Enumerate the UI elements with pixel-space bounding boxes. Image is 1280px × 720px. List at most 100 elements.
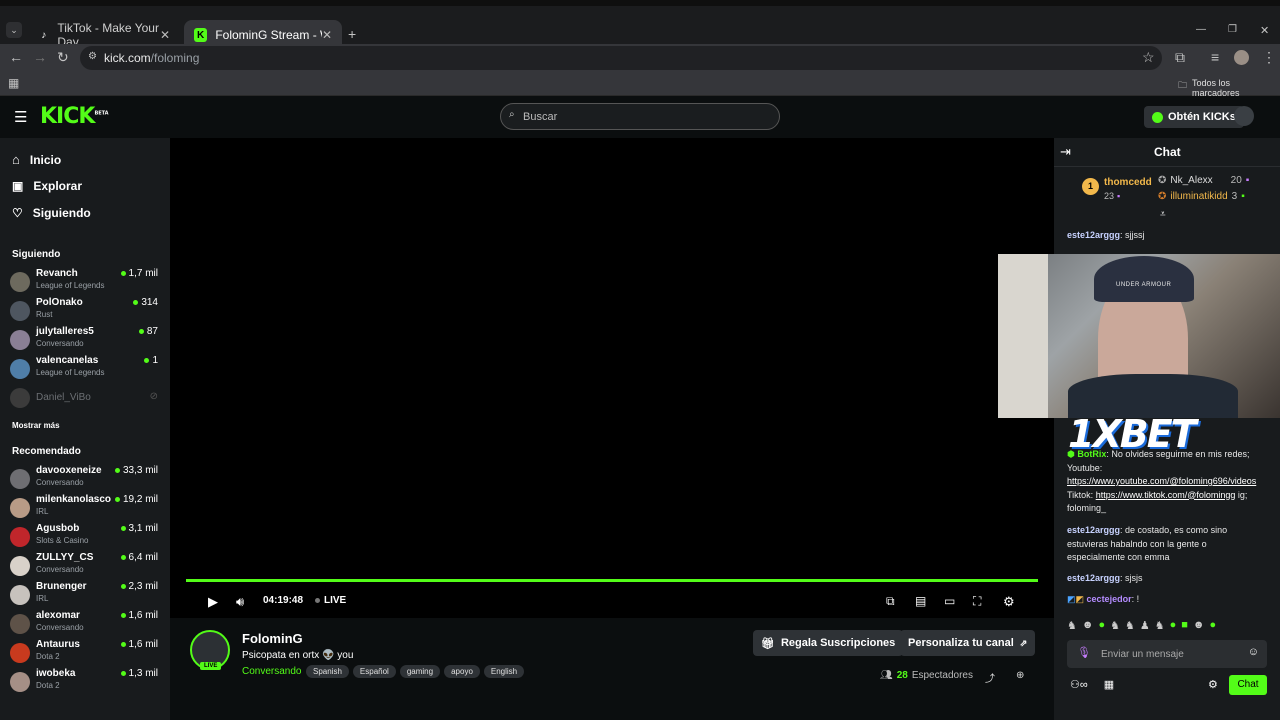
emote-icon[interactable]: ♞ <box>1110 619 1120 632</box>
tag[interactable]: Español <box>352 665 396 678</box>
close-icon[interactable]: ✕ <box>322 28 332 42</box>
sidebar-channel[interactable]: Brunenger IRL 2,3 mil <box>10 581 160 609</box>
theater-mode-icon[interactable]: ▭ <box>944 594 955 608</box>
customize-channel-button[interactable]: Personaliza tu canal ⇗ <box>900 630 1036 656</box>
search-input[interactable]: ⌕ Buscar <box>500 103 780 130</box>
emote-icon[interactable]: ♞ <box>1155 619 1165 632</box>
connections-icon[interactable]: ⚇∞ <box>1070 678 1088 691</box>
browser-tab-bar: ⌄ ♪ TikTok - Make Your Day ✕ K FolominG … <box>0 0 1280 50</box>
tab-search-icon[interactable]: ⌄ <box>6 22 22 38</box>
emote-icon[interactable]: ♞ <box>1125 619 1135 632</box>
back-icon[interactable]: ← <box>9 49 23 65</box>
settings-icon[interactable]: ⚙ <box>1003 594 1015 610</box>
media-icon[interactable]: ≡ <box>1211 49 1219 65</box>
viewer-count: 6,4 mil <box>120 552 158 563</box>
viewer-count: 1,6 mil <box>120 610 158 621</box>
extensions-icon[interactable]: ⧉ <box>1175 49 1185 66</box>
sidebar-channel[interactable]: Revanch League of Legends 1,7 mil <box>10 268 160 296</box>
clip-icon[interactable]: ▤ <box>915 594 926 608</box>
profile-avatar[interactable] <box>1234 50 1249 65</box>
menu-icon[interactable]: ⋮ <box>1262 49 1276 66</box>
collapse-chat-icon[interactable]: ⇥ <box>1060 144 1071 160</box>
play-icon[interactable]: ▶ <box>208 594 218 610</box>
live-dot-icon <box>120 671 126 676</box>
avatar <box>10 498 30 518</box>
window-close-icon[interactable]: ✕ <box>1260 24 1269 37</box>
miniplayer-icon[interactable]: ⧉ <box>886 594 895 609</box>
nav-home[interactable]: ⌂ Inicio <box>12 152 61 167</box>
restore-icon[interactable]: ❐ <box>1228 24 1237 35</box>
streamer-name[interactable]: FolominG <box>242 631 303 646</box>
tag[interactable]: English <box>483 665 525 678</box>
stream-category[interactable]: Conversando <box>242 666 301 677</box>
nav-following[interactable]: ♡ Siguiendo <box>12 206 91 220</box>
microphone-icon[interactable]: 🎙︎ <box>1077 646 1091 659</box>
send-chat-button[interactable]: Chat <box>1229 675 1267 695</box>
all-bookmarks[interactable]: 🗀 Todos los marcadores <box>1178 78 1280 98</box>
kick-logo[interactable]: KICKBETA <box>40 104 109 129</box>
emote-icon[interactable]: ● <box>1170 619 1177 632</box>
emote-icon[interactable]: ♟ <box>1140 619 1150 632</box>
forward-icon[interactable]: → <box>33 49 47 65</box>
chat-settings-icon[interactable]: ⚙ <box>1208 678 1218 691</box>
emoji-icon[interactable]: ☺ <box>1248 646 1259 658</box>
tiktok-link[interactable]: https://www.tiktok.com/@folomingg <box>1096 490 1236 500</box>
emote-icon[interactable]: ☻ <box>1193 619 1205 632</box>
apps-icon[interactable]: ▦ <box>8 76 19 90</box>
sidebar-channel[interactable]: iwobeka Dota 2 1,3 mil <box>10 668 160 696</box>
video-player[interactable]: ▶ 🔊︎ 04:19:48 LIVE ⧉ ▤ ▭ ⛶ ⚙ <box>170 138 1054 618</box>
url-input[interactable]: ⚙ kick.com/foloming <box>80 46 1162 70</box>
emote-icon[interactable]: ● <box>1210 619 1217 632</box>
live-dot-icon <box>114 468 120 473</box>
gift-subs-button[interactable]: 🎁︎ Regala Suscripciones <box>753 630 904 656</box>
hamburger-menu-icon[interactable]: ☰ <box>14 108 27 126</box>
avatar <box>10 301 30 321</box>
progress-bar[interactable] <box>186 579 1038 582</box>
share-icon[interactable]: ⤴ <box>985 670 995 685</box>
live-dot-icon <box>120 584 126 589</box>
youtube-link[interactable]: https://www.youtube.com/@foloming696/vid… <box>1067 476 1256 486</box>
cap <box>1094 256 1194 302</box>
emote-icon[interactable]: ■ <box>1181 619 1188 632</box>
tag[interactable]: gaming <box>399 665 441 678</box>
offline-icon: ⊘ <box>149 391 158 402</box>
sidebar-channel[interactable]: PolOnako Rust 314 <box>10 297 160 325</box>
sidebar-channel[interactable]: valencanelas League of Legends 1 <box>10 355 160 383</box>
fullscreen-icon[interactable]: ⛶ <box>973 594 981 609</box>
minimize-icon[interactable]: — <box>1196 24 1206 35</box>
emote-icon[interactable]: ♞ <box>1067 619 1077 632</box>
user-avatar[interactable] <box>1234 106 1254 126</box>
store-icon[interactable]: ▦ <box>1104 678 1114 691</box>
top-gifter-3: ✪ illuminatikidd 3 ▪ <box>1158 191 1245 202</box>
nav-explore[interactable]: ▣ Explorar <box>12 179 82 193</box>
sidebar-channel[interactable]: alexomar Conversando 1,6 mil <box>10 610 160 638</box>
sidebar-channel[interactable]: julytalleres5 Conversando 87 <box>10 326 160 354</box>
reload-icon[interactable]: ↻ <box>57 49 69 66</box>
follow-user-icon[interactable]: ⊕ <box>1016 670 1024 681</box>
bookmark-star-icon[interactable]: ☆ <box>1142 49 1155 66</box>
sidebar-channel[interactable]: Antaurus Dota 2 1,6 mil <box>10 639 160 667</box>
get-kicks-button[interactable]: Obtén KICKs <box>1144 106 1244 128</box>
volume-icon[interactable]: 🔊︎ <box>236 594 244 610</box>
sidebar-channel[interactable]: Agusbob Slots & Casino 3,1 mil <box>10 523 160 551</box>
new-tab-icon[interactable]: + <box>348 26 356 42</box>
live-dot-icon <box>120 271 126 276</box>
tag[interactable]: apoyo <box>444 665 480 678</box>
show-more-link[interactable]: Mostrar más <box>12 421 60 430</box>
tag[interactable]: Spanish <box>306 665 349 678</box>
viewer-count: 33,3 mil <box>114 465 158 476</box>
sidebar-channel-offline[interactable]: Daniel_ViBo ⊘ <box>10 388 160 416</box>
emote-icon[interactable]: ☻ <box>1082 619 1094 632</box>
site-info-icon[interactable]: ⚙ <box>88 51 97 62</box>
sidebar-channel[interactable]: ZULLYY_CS Conversando 6,4 mil <box>10 552 160 580</box>
live-indicator[interactable]: LIVE <box>315 595 346 606</box>
emote-icon[interactable]: ● <box>1098 619 1105 632</box>
chat-input[interactable]: 🎙︎ Enviar un mensaje ☺ <box>1067 640 1267 668</box>
sidebar-channel[interactable]: davooxeneize Conversando 33,3 mil <box>10 465 160 493</box>
emote-bar: ♞ ☻ ● ♞ ♞ ♟ ♞ ● ■ ☻ ● <box>1067 619 1216 632</box>
live-dot-icon <box>138 329 144 334</box>
viewer-count: 👥︎ 28 Espectadores <box>880 670 973 681</box>
expand-leaderboard-icon[interactable]: ⩡ <box>1160 209 1166 220</box>
sidebar-channel[interactable]: milenkanolasco IRL 19,2 mil <box>10 494 160 522</box>
close-icon[interactable]: ✕ <box>160 28 170 42</box>
